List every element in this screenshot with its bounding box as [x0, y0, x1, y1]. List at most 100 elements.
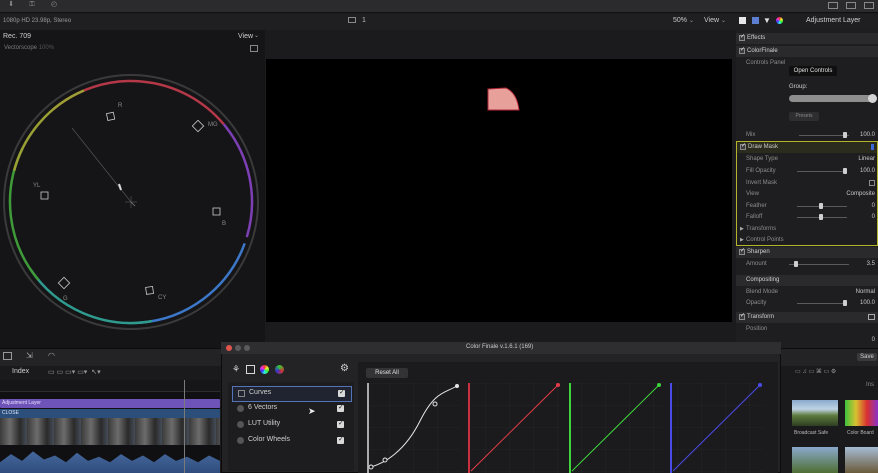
blue-point[interactable] [758, 383, 762, 387]
feather-row[interactable]: Feather 0 [739, 201, 878, 212]
background-tasks-icon[interactable]: ◴ [46, 0, 62, 10]
amount-knob[interactable] [794, 261, 798, 267]
mask-shape[interactable] [485, 86, 521, 113]
feather-value[interactable]: 0 [872, 203, 875, 209]
falloff-knob[interactable] [819, 214, 823, 220]
amount-slider[interactable] [789, 264, 849, 265]
tool-lut-utility-checkbox[interactable] [337, 419, 344, 428]
filter-inspector-icon[interactable]: ▼ [763, 16, 771, 25]
blend-mode-value[interactable]: Normal [856, 289, 875, 295]
layout-icon-2[interactable] [846, 2, 856, 9]
shape-type-row[interactable]: Shape Type Linear [739, 154, 878, 165]
curves-tool-icon[interactable] [246, 365, 255, 374]
color-board-thumb[interactable] [845, 400, 878, 426]
mask-view-value[interactable]: Composite [846, 191, 875, 197]
wheels-tool-icon[interactable] [260, 365, 269, 374]
transforms-disclosure-icon[interactable]: ▶ [740, 226, 744, 232]
draw-mask-reset-icon[interactable] [871, 144, 874, 150]
effects-checkbox[interactable] [739, 33, 745, 41]
control-points-disclosure-icon[interactable]: ▶ [740, 237, 744, 243]
tool-curves-checkbox[interactable] [338, 388, 345, 397]
adjustment-layer-clip[interactable]: Adjustment Layer [0, 399, 220, 408]
tool-lut-utility[interactable]: LUT Utility [232, 418, 350, 432]
lut-tool-icon[interactable] [275, 365, 284, 374]
mix-slider-knob[interactable] [843, 132, 847, 138]
tool-6-vectors[interactable]: 6 Vectors [232, 402, 350, 416]
tool-color-wheels-checkbox[interactable] [337, 435, 344, 444]
draw-mask-checkbox[interactable] [740, 142, 746, 150]
blend-mode-row[interactable]: Blend Mode Normal [739, 287, 878, 298]
scope-view-menu[interactable]: View [238, 33, 253, 40]
mix-value[interactable]: 100.0 [860, 132, 875, 138]
vectors-tool-icon[interactable]: ⚘ [232, 364, 240, 375]
scope-settings-icon[interactable] [250, 45, 258, 52]
group-slider[interactable] [789, 94, 877, 103]
transform-section[interactable]: Transform [736, 312, 878, 323]
compositing-section[interactable]: Compositing [736, 275, 878, 286]
zoom-chevron-icon[interactable]: ⌄ [689, 17, 694, 24]
fill-opacity-row[interactable]: Fill Opacity 100.0 [739, 166, 878, 177]
minimize-button[interactable] [235, 345, 241, 351]
sharpen-section[interactable]: Sharpen [736, 247, 878, 258]
presets-button[interactable]: Presets [789, 112, 819, 121]
viewer-view-chevron-icon[interactable]: ⌄ [721, 17, 726, 24]
amount-row[interactable]: Amount 3.5 [739, 259, 878, 270]
luma-point-4[interactable] [455, 384, 459, 388]
invert-mask-row[interactable]: Invert Mask [739, 178, 878, 189]
feather-knob[interactable] [819, 203, 823, 209]
draw-mask-section[interactable]: Draw Mask [737, 142, 877, 153]
position-y-value[interactable]: 0 [872, 337, 875, 343]
sharpen-checkbox[interactable] [739, 247, 745, 255]
shape-type-value[interactable]: Linear [858, 156, 875, 162]
close-button[interactable] [226, 345, 232, 351]
colorfinale-checkbox[interactable] [739, 46, 745, 54]
open-controls-button[interactable]: Open Controls [789, 66, 837, 76]
tool-6-vectors-checkbox[interactable] [337, 403, 344, 412]
speed-icon[interactable]: ◠ [48, 351, 55, 360]
layout-icon-1[interactable] [828, 2, 838, 9]
mask-view-row[interactable]: View Composite [739, 189, 878, 200]
keywords-icon[interactable]: ⚿ [24, 0, 40, 10]
opacity-value[interactable]: 100.0 [860, 300, 875, 306]
viewer-view-menu[interactable]: View [704, 17, 719, 24]
amount-value[interactable]: 3.5 [867, 261, 875, 267]
luma-point-1[interactable] [368, 464, 374, 470]
reset-all-button[interactable]: Reset All [366, 368, 408, 378]
browser-thumb-3[interactable] [792, 447, 838, 473]
fill-opacity-slider[interactable] [797, 171, 847, 172]
tool-curves[interactable]: Curves [232, 386, 352, 402]
luma-point-3[interactable] [432, 401, 438, 407]
transform-checkbox[interactable] [739, 312, 745, 320]
group-slider-knob[interactable] [868, 94, 877, 103]
playhead[interactable] [184, 380, 185, 473]
fill-opacity-knob[interactable] [843, 168, 847, 174]
invert-mask-checkbox[interactable] [869, 180, 875, 186]
layout-icon-3[interactable] [864, 2, 874, 9]
falloff-row[interactable]: Falloff 0 [739, 212, 878, 223]
browser-thumb-4[interactable] [845, 447, 878, 473]
colorfinale-section[interactable]: ColorFinale [736, 46, 878, 57]
tool-color-wheels[interactable]: Color Wheels [232, 434, 350, 448]
fill-opacity-value[interactable]: 100.0 [860, 168, 875, 174]
position-row[interactable]: Position [739, 324, 878, 335]
colorfinale-settings-icon[interactable]: ⚙ [340, 363, 349, 374]
save-button[interactable]: Save [857, 353, 877, 361]
red-point[interactable] [556, 383, 560, 387]
layout-icons[interactable] [828, 1, 876, 10]
effects-section[interactable]: Effects [736, 33, 878, 44]
scope-view-chevron-icon[interactable]: ⌄ [254, 32, 259, 39]
curves-graphs[interactable] [365, 383, 765, 473]
info-inspector-icon[interactable] [739, 17, 746, 24]
green-point[interactable] [657, 383, 661, 387]
clip-icon[interactable] [348, 17, 356, 23]
audio-inspector-icon[interactable] [752, 17, 759, 24]
zoom-menu[interactable]: 50% [673, 17, 687, 24]
mix-row[interactable]: Mix 100.0 [739, 130, 878, 141]
transforms-row[interactable]: ▶ Transforms [739, 224, 878, 235]
broadcast-safe-thumb[interactable] [792, 400, 838, 426]
opacity-row[interactable]: Opacity 100.0 [739, 298, 878, 309]
opacity-knob[interactable] [843, 300, 847, 306]
timeline-tools[interactable]: ▭ ▭ ▭▾ ▭▾ ↖▾ [48, 368, 101, 376]
edit-tools-icon[interactable]: ⇲ [26, 351, 33, 360]
opacity-slider[interactable] [797, 303, 847, 304]
